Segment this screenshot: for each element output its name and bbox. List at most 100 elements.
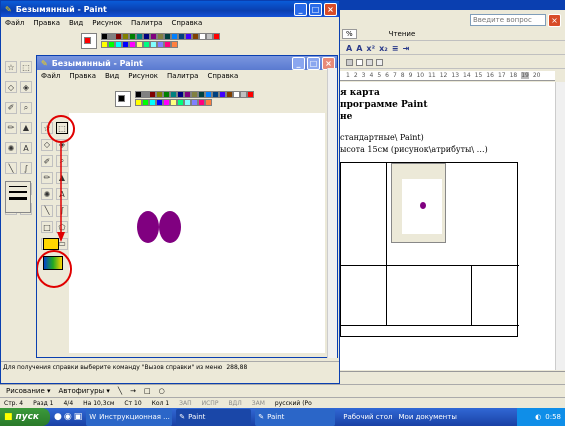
table-row-divider xyxy=(341,325,519,326)
menu-help[interactable]: Справка xyxy=(171,19,202,27)
line-icon[interactable]: ╲ xyxy=(118,387,122,395)
thumbnail-dot xyxy=(420,202,426,209)
palette-swatch[interactable] xyxy=(206,33,213,40)
palette-swatch[interactable] xyxy=(164,41,171,48)
volume-icon[interactable]: ◐ xyxy=(535,413,541,421)
menu-file[interactable]: Файл xyxy=(5,19,24,27)
palette-swatch[interactable] xyxy=(213,33,220,40)
picker-icon[interactable]: ✐ xyxy=(5,101,17,114)
menu-edit[interactable]: Правка xyxy=(33,19,60,27)
palette-swatch[interactable] xyxy=(115,33,122,40)
free-select-icon[interactable]: ☆ xyxy=(5,61,17,73)
palette-swatch[interactable] xyxy=(178,33,185,40)
palette-swatch[interactable] xyxy=(171,41,178,48)
status-ext: ВДЛ xyxy=(228,399,242,407)
palette-swatch[interactable] xyxy=(101,41,108,48)
desktop-link[interactable]: Рабочий стол xyxy=(343,413,392,421)
ruler-tick: 10 xyxy=(416,72,425,79)
palette-swatch[interactable] xyxy=(115,41,122,48)
palette-swatch[interactable] xyxy=(122,41,129,48)
palette-swatch[interactable] xyxy=(108,41,115,48)
menu-view[interactable]: Вид xyxy=(69,19,83,27)
bold-icon[interactable]: A xyxy=(346,44,352,53)
start-button[interactable]: ■ пуск xyxy=(0,408,50,426)
indent-icon[interactable]: ⇥ xyxy=(402,44,409,53)
shade-icon[interactable] xyxy=(346,58,353,66)
rect-icon[interactable]: □ xyxy=(144,387,151,395)
columns-icon[interactable] xyxy=(376,58,383,66)
ie-icon[interactable]: ● xyxy=(54,412,62,422)
documents-link[interactable]: Мои документы xyxy=(399,413,457,421)
system-tray: ◐ 0:58 xyxy=(517,408,565,426)
oval-icon[interactable]: ○ xyxy=(159,387,165,395)
magnifier-icon[interactable]: ⌕ xyxy=(20,101,32,114)
word-vertical-scrollbar[interactable] xyxy=(555,82,565,370)
inner-paint-window: ✎ Безымянный - Paint _ □ × Файл Правка В… xyxy=(36,55,338,358)
select-tool-highlight xyxy=(47,115,75,143)
taskbar-button-paint-2[interactable]: ✎ Paint xyxy=(255,408,336,426)
italic-icon[interactable]: A xyxy=(356,44,362,53)
curve-icon[interactable]: ∫ xyxy=(20,162,32,175)
word-title-bar xyxy=(340,0,565,10)
outer-status-bar: Для получения справки выберите команду "… xyxy=(1,361,339,373)
palette-swatch[interactable] xyxy=(192,33,199,40)
eraser-icon[interactable]: ◇ xyxy=(5,81,17,94)
taskbar-button-paint-1[interactable]: ✎ Paint xyxy=(176,408,252,426)
zoom-box[interactable]: % xyxy=(342,29,357,39)
media-icon[interactable]: ◉ xyxy=(64,412,72,422)
status-help-text: Для получения справки выберите команду "… xyxy=(3,364,223,371)
palette-swatch[interactable] xyxy=(122,33,129,40)
palette-swatch[interactable] xyxy=(129,33,136,40)
arrow-icon[interactable]: → xyxy=(130,387,136,395)
superscript-icon[interactable]: x² xyxy=(366,44,375,53)
desktop-icon[interactable]: ▣ xyxy=(74,412,83,422)
word-document-page: я карта программе Paint не стандартные\ … xyxy=(340,82,555,370)
palette-swatch[interactable] xyxy=(157,33,164,40)
list-icon[interactable]: ≡ xyxy=(392,44,399,53)
outer-linewidth-box[interactable] xyxy=(5,181,31,213)
word-close-button[interactable]: × xyxy=(548,14,561,27)
palette-swatch[interactable] xyxy=(136,41,143,48)
palette-swatch[interactable] xyxy=(199,33,206,40)
draw-menu-button[interactable]: Рисование ▾ xyxy=(6,387,51,395)
airbrush-icon[interactable]: ✺ xyxy=(5,142,17,154)
palette-swatch[interactable] xyxy=(164,33,171,40)
palette-swatch[interactable] xyxy=(185,33,192,40)
fill-icon[interactable]: ◈ xyxy=(20,81,32,94)
table-icon[interactable] xyxy=(366,58,373,66)
text-icon[interactable]: A xyxy=(20,142,32,154)
doc-line: не xyxy=(340,112,353,122)
ruler-tick: 12 xyxy=(439,72,448,79)
minimize-button[interactable]: _ xyxy=(294,3,307,16)
help-search-input[interactable]: Введите вопрос xyxy=(470,14,546,26)
horizontal-ruler: 1 2 3 4 5 6 7 8 9 10 11 12 13 14 15 16 1… xyxy=(340,71,555,81)
palette-swatch[interactable] xyxy=(101,33,108,40)
clock: 0:58 xyxy=(545,413,561,421)
maximize-button[interactable]: □ xyxy=(309,3,322,16)
palette-swatch[interactable] xyxy=(136,33,143,40)
outer-color-box[interactable] xyxy=(81,33,97,49)
menu-colors[interactable]: Палитра xyxy=(131,19,162,27)
palette-swatch[interactable] xyxy=(108,33,115,40)
subscript-icon[interactable]: x₂ xyxy=(379,44,388,53)
pencil-icon[interactable]: ✏ xyxy=(5,121,17,134)
windows-logo-icon: ■ xyxy=(4,412,13,422)
ruler-tick: 3 xyxy=(361,72,366,79)
palette-swatch[interactable] xyxy=(143,41,150,48)
palette-swatch[interactable] xyxy=(143,33,150,40)
palette-swatch[interactable] xyxy=(157,41,164,48)
palette-swatch[interactable] xyxy=(129,41,136,48)
palette-swatch[interactable] xyxy=(171,33,178,40)
close-button[interactable]: × xyxy=(324,3,337,16)
reading-button[interactable]: Чтение xyxy=(389,30,416,38)
palette-swatch[interactable] xyxy=(150,33,157,40)
autoshapes-button[interactable]: Автофигуры ▾ xyxy=(59,387,110,395)
line-icon[interactable]: ╲ xyxy=(5,162,17,175)
brush-icon[interactable]: ▲ xyxy=(20,121,32,134)
menu-image[interactable]: Рисунок xyxy=(92,19,122,27)
palette-swatch[interactable] xyxy=(150,41,157,48)
start-label: пуск xyxy=(15,412,40,422)
select-icon[interactable]: ⬚ xyxy=(20,61,32,73)
taskbar-button-word[interactable]: W Инструкционная ... xyxy=(86,408,173,426)
border-icon[interactable] xyxy=(356,58,363,66)
